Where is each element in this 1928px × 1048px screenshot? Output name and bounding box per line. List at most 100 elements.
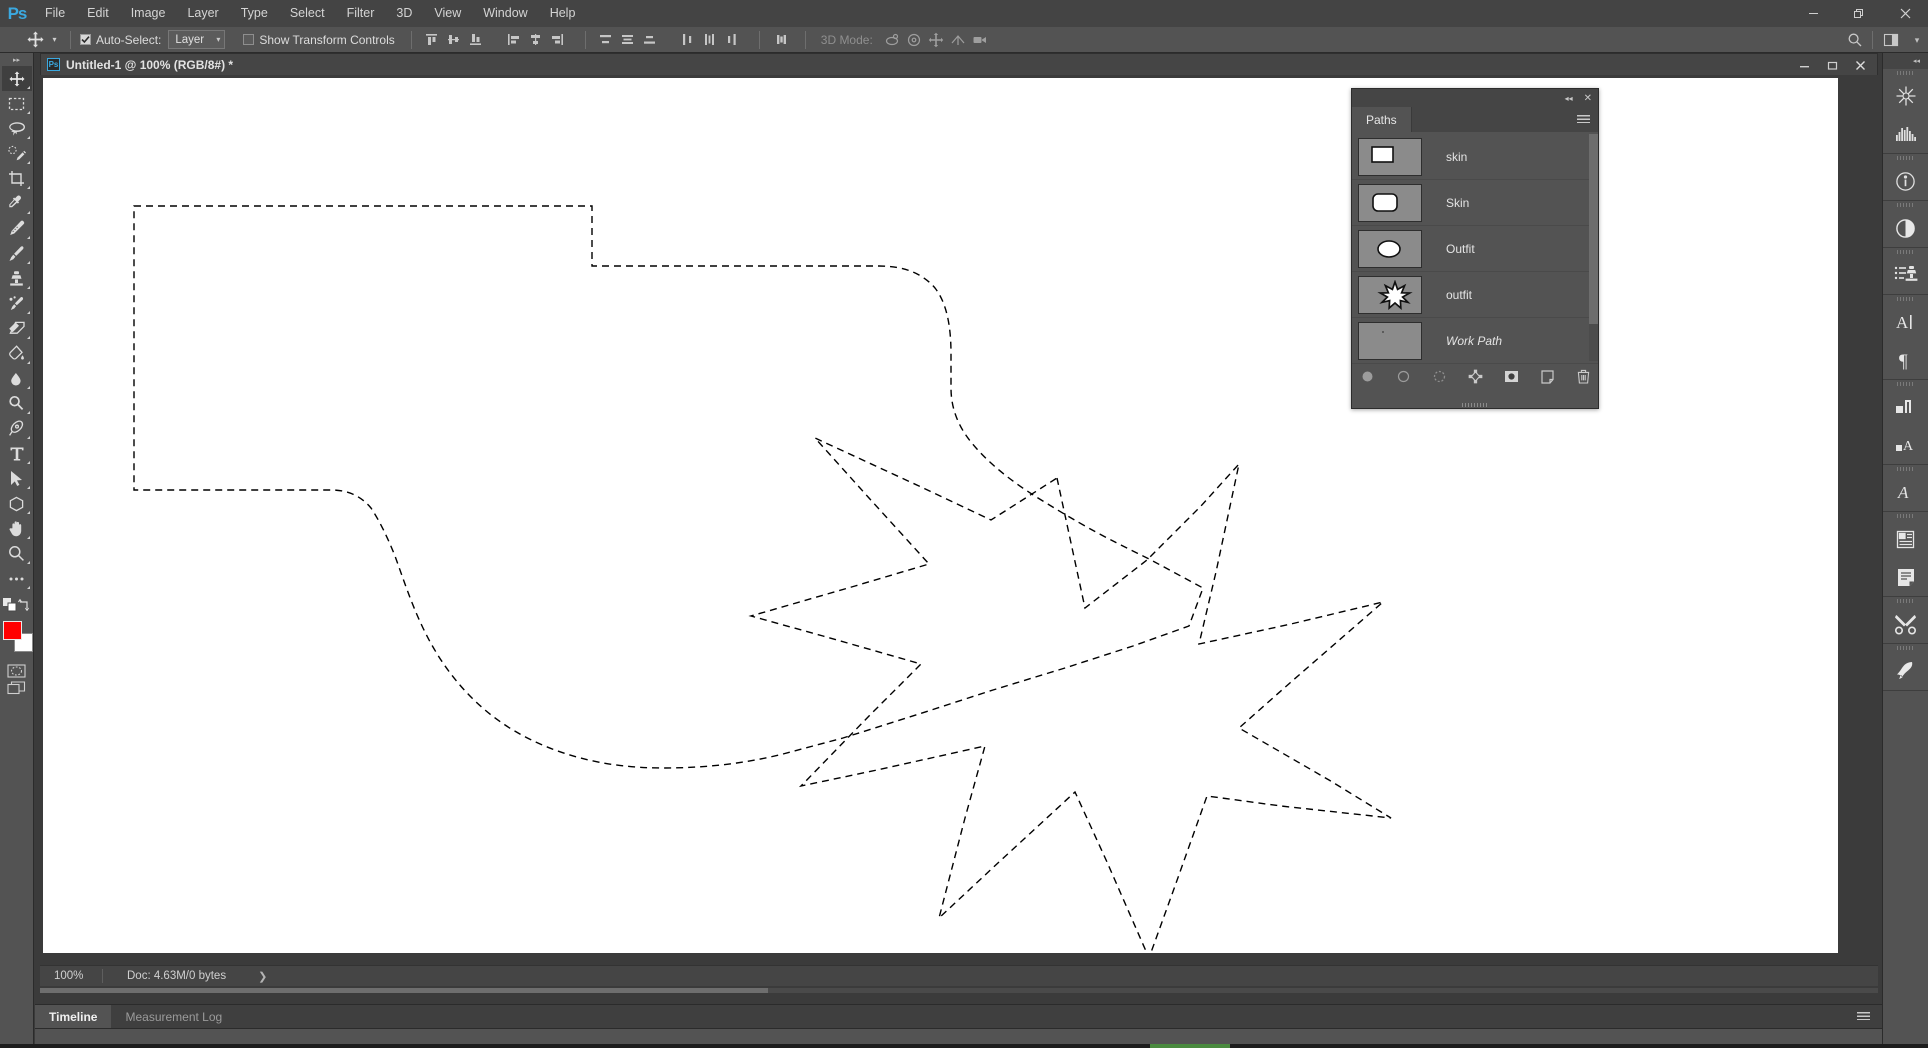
paths-row[interactable]: Skin: [1352, 180, 1598, 226]
quick-mask-icon[interactable]: [2, 662, 32, 679]
delete-current-path-button[interactable]: [1573, 367, 1593, 387]
move-tool[interactable]: [1, 66, 32, 91]
panel-grip[interactable]: [1883, 295, 1928, 303]
adjustments-panel-button[interactable]: [1883, 209, 1928, 247]
rectangular-marquee-tool[interactable]: [2, 91, 32, 116]
gradient-tool[interactable]: [2, 341, 32, 366]
distribute-horizontal-centers-icon[interactable]: [699, 29, 721, 51]
panel-grip[interactable]: [1883, 69, 1928, 77]
panel-grip[interactable]: [1883, 512, 1928, 520]
info-panel-button[interactable]: [1883, 162, 1928, 200]
distribute-left-edges-icon[interactable]: [677, 29, 699, 51]
spot-healing-brush-tool[interactable]: [2, 216, 32, 241]
eyedropper-tool[interactable]: [2, 191, 32, 216]
menu-item-layer[interactable]: Layer: [176, 0, 229, 27]
auto-select-checkbox[interactable]: [80, 34, 91, 45]
menu-item-image[interactable]: Image: [120, 0, 177, 27]
pen-tool[interactable]: [2, 416, 32, 441]
timeline-tab-measurement-log[interactable]: Measurement Log: [111, 1005, 236, 1028]
histogram-panel-button[interactable]: [1883, 115, 1928, 153]
blur-tool[interactable]: [2, 366, 32, 391]
3d-pan-icon[interactable]: [925, 29, 947, 51]
menu-item-type[interactable]: Type: [230, 0, 279, 27]
menu-item-window[interactable]: Window: [472, 0, 538, 27]
character-styles-panel-button[interactable]: A: [1883, 426, 1928, 464]
menu-item-select[interactable]: Select: [279, 0, 336, 27]
double-chevron-left-icon[interactable]: ◂◂: [1883, 53, 1928, 69]
document-tab[interactable]: Ps Untitled-1 @ 100% (RGB/8#) *: [40, 53, 1878, 75]
tool-preset-chevron-icon[interactable]: ▾: [48, 29, 61, 51]
3d-roll-icon[interactable]: [903, 29, 925, 51]
add-layer-mask-button[interactable]: [1501, 367, 1521, 387]
menu-item-view[interactable]: View: [423, 0, 472, 27]
document-restore-button[interactable]: [1818, 54, 1846, 76]
double-chevron-left-icon[interactable]: ◂◂: [1565, 94, 1573, 103]
show-transform-checkbox[interactable]: [243, 34, 255, 45]
eraser-tool[interactable]: [2, 316, 32, 341]
panel-grip[interactable]: [1883, 248, 1928, 256]
panel-grip[interactable]: [1883, 644, 1928, 652]
menu-item-help[interactable]: Help: [539, 0, 587, 27]
foreground-color-swatch[interactable]: [2, 621, 22, 640]
3d-slide-icon[interactable]: [947, 29, 969, 51]
ellipse-tool[interactable]: [2, 491, 32, 516]
menu-item-filter[interactable]: Filter: [336, 0, 386, 27]
status-expand-arrow-icon[interactable]: ❯: [226, 970, 267, 983]
panel-grip[interactable]: [1883, 380, 1928, 388]
zoom-tool[interactable]: [2, 541, 32, 566]
panel-grip[interactable]: [1883, 154, 1928, 162]
menu-item-3d[interactable]: 3D: [385, 0, 423, 27]
lasso-tool[interactable]: [2, 116, 32, 141]
align-top-edges-icon[interactable]: [421, 29, 443, 51]
auto-select-dropdown[interactable]: Layer ▾: [168, 30, 226, 49]
3d-camera-icon[interactable]: [969, 29, 991, 51]
panel-grip[interactable]: [1883, 201, 1928, 209]
paragraph-panel-button[interactable]: ¶: [1883, 341, 1928, 379]
restore-button[interactable]: [1836, 0, 1882, 27]
workspace-switcher-icon[interactable]: [1875, 27, 1906, 53]
canvas-area[interactable]: [40, 75, 1878, 965]
distribute-spacing-icon[interactable]: [769, 29, 795, 51]
panel-grip[interactable]: [1883, 465, 1928, 473]
chevron-down-icon[interactable]: ▾: [1906, 27, 1928, 53]
3d-panel-button[interactable]: [1883, 77, 1928, 115]
load-path-as-selection-button[interactable]: [1429, 367, 1449, 387]
move-tool-icon[interactable]: [22, 29, 48, 51]
align-left-edges-icon[interactable]: [503, 29, 525, 51]
make-work-path-from-selection-button[interactable]: [1465, 367, 1485, 387]
edit-toolbar-tool[interactable]: [2, 566, 32, 591]
path-selection-tool[interactable]: [2, 466, 32, 491]
paths-scrollbar[interactable]: [1589, 134, 1598, 361]
history-brush-tool[interactable]: [2, 291, 32, 316]
brush-tool[interactable]: [2, 241, 32, 266]
close-button[interactable]: [1882, 0, 1928, 27]
distribute-vertical-centers-icon[interactable]: [617, 29, 639, 51]
brush-panel-button[interactable]: [1883, 652, 1928, 690]
styles-panel-button[interactable]: [1883, 256, 1928, 294]
zoom-level[interactable]: 100%: [40, 970, 102, 982]
distribute-top-edges-icon[interactable]: [595, 29, 617, 51]
horizontal-scrollbar[interactable]: [40, 986, 1878, 995]
document-close-button[interactable]: [1846, 54, 1874, 76]
quick-selection-tool[interactable]: [2, 141, 32, 166]
fill-path-with-foreground-color-button[interactable]: [1357, 367, 1377, 387]
align-bottom-edges-icon[interactable]: [465, 29, 487, 51]
paths-row[interactable]: skin: [1352, 134, 1598, 180]
default-colors-icon[interactable]: [3, 598, 17, 617]
align-right-edges-icon[interactable]: [547, 29, 569, 51]
3d-orbit-icon[interactable]: [881, 29, 903, 51]
align-vertical-centers-icon[interactable]: [443, 29, 465, 51]
distribute-bottom-edges-icon[interactable]: [639, 29, 661, 51]
notes-panel-button[interactable]: [1883, 558, 1928, 596]
crop-tool[interactable]: [2, 166, 32, 191]
screen-mode-icon[interactable]: [2, 679, 32, 696]
scrollbar-thumb[interactable]: [40, 988, 768, 993]
distribute-right-edges-icon[interactable]: [721, 29, 743, 51]
swap-colors-icon[interactable]: [17, 598, 31, 617]
panel-menu-icon[interactable]: [1577, 115, 1590, 124]
tab-paths[interactable]: Paths: [1352, 107, 1412, 132]
paragraph-styles-panel-button[interactable]: [1883, 388, 1928, 426]
menu-item-file[interactable]: File: [34, 0, 76, 27]
clone-stamp-tool[interactable]: [2, 266, 32, 291]
hand-tool[interactable]: [2, 516, 32, 541]
